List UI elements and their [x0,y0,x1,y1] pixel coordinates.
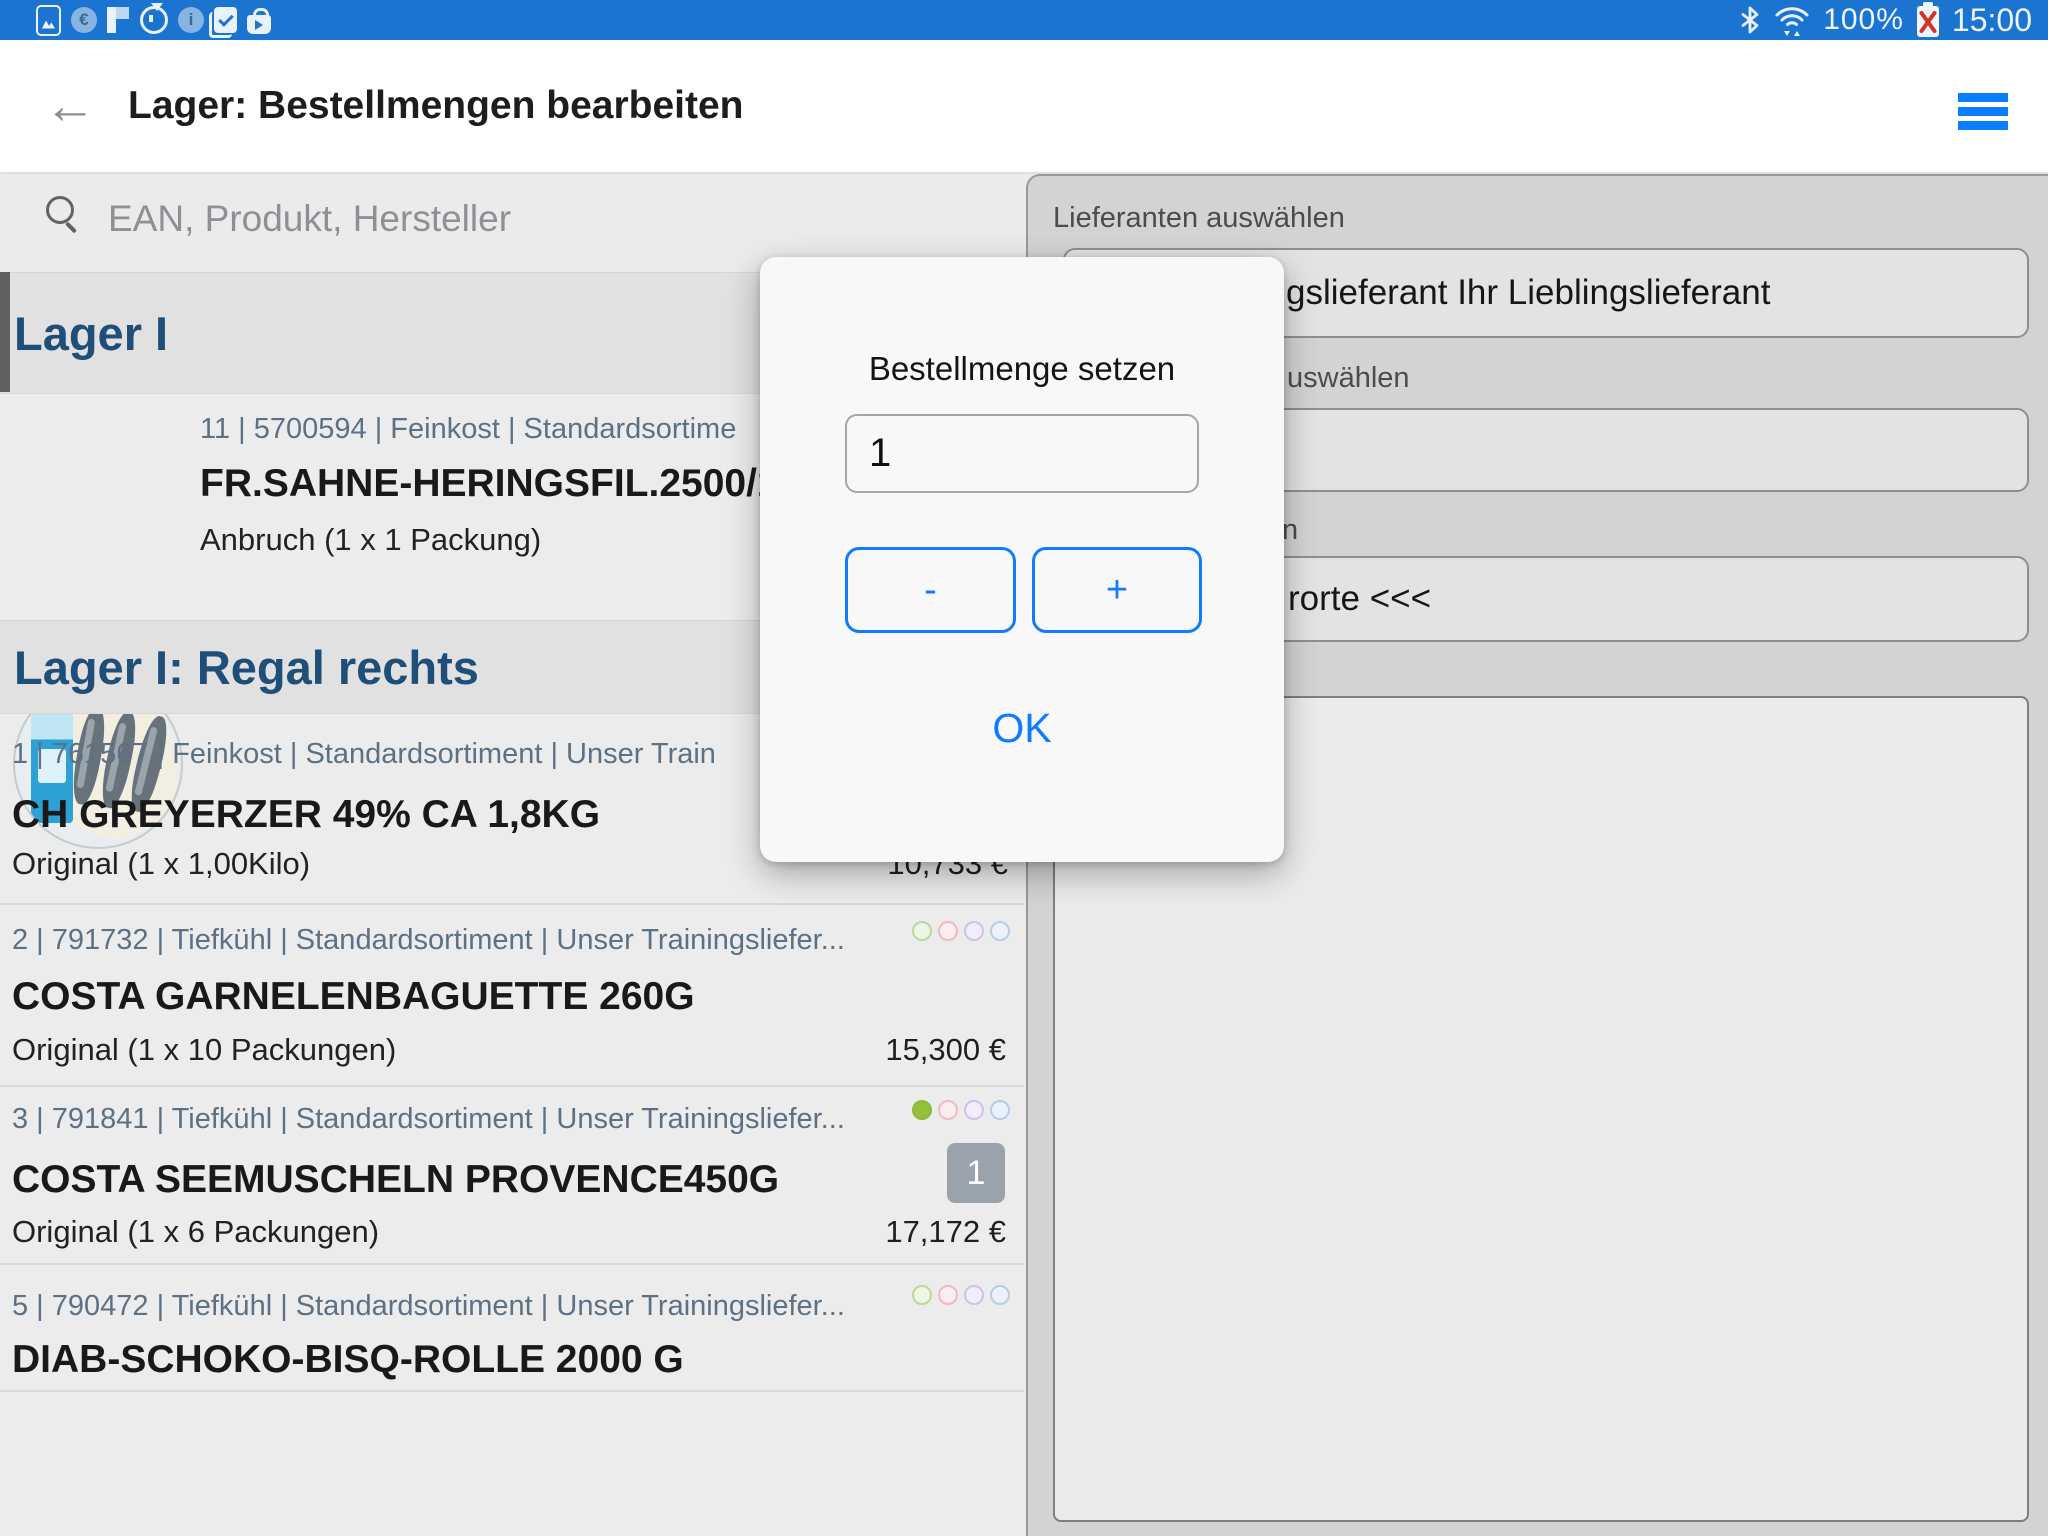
battery-unknown-icon [1917,6,1939,37]
app-header: ← Lager: Bestellmengen bearbeiten [0,40,2048,172]
pink-dot-icon [938,1100,958,1120]
clock-text: 15:00 [1952,2,2032,39]
product-name: COSTA GARNELENBAGUETTE 260G [12,975,695,1019]
product-price: 15,300 € [758,1032,1006,1068]
data-usage-icon [140,6,168,34]
pink-dot-icon [938,1285,958,1305]
storage-select-label: n [1282,514,1298,547]
back-arrow-icon[interactable]: ← [44,66,96,146]
decrement-button[interactable]: - [845,547,1016,633]
status-bar-notification-icons: € i [36,0,271,40]
quantity-badge: 1 [947,1143,1005,1203]
green-dot-icon [912,1285,932,1305]
ok-button[interactable]: OK [760,705,1284,752]
set-quantity-dialog: Bestellmenge setzen - + OK [760,257,1284,862]
product-subline: Anbruch (1 x 1 Packung) [200,522,541,558]
section-title: Lager I: Regal rechts [14,640,479,695]
status-dots [912,1285,1010,1305]
scrollbar[interactable] [0,272,10,392]
product-meta: 1 | 761567 | Feinkost | Standardsortimen… [12,738,716,771]
supplier-field-text: gslieferant Ihr Lieblingslieferant [1286,248,1770,338]
row-divider [0,1263,1024,1265]
product-meta: 11 | 5700594 | Feinkost | Standardsortim… [200,413,736,446]
info-badge-icon: i [178,7,204,33]
flipboard-icon [107,7,130,33]
dialog-title: Bestellmenge setzen [760,350,1284,388]
search-icon [46,196,74,224]
quantity-input[interactable] [845,414,1199,493]
row-divider [0,903,1024,905]
status-dots [912,921,1010,941]
row-divider [0,1390,1024,1392]
bluetooth-icon [1739,5,1761,35]
suppliers-label: Lieferanten auswählen [1053,202,1345,235]
product-meta: 3 | 791841 | Tiefkühl | Standardsortimen… [12,1103,845,1136]
blue-dot-icon [990,1285,1010,1305]
row-divider [0,1085,1024,1087]
section-title: Lager I [14,306,168,361]
task-check-icon [214,7,237,33]
green-filled-dot-icon [912,1100,932,1120]
green-dot-icon [912,921,932,941]
battery-percent: 100% [1823,3,1904,37]
search-input[interactable] [106,186,740,252]
blue-dot-icon [990,1100,1010,1120]
purple-dot-icon [964,1100,984,1120]
product-meta: 2 | 791732 | Tiefkühl | Standardsortimen… [12,924,845,957]
storage-field-text: rorte <<< [1288,556,1431,642]
product-name: CH GREYERZER 49% CA 1,8KG [12,793,600,837]
product-subline: Original (1 x 10 Packungen) [12,1032,396,1068]
status-bar: € i 100% 15:00 [0,0,2048,40]
product-meta: 5 | 790472 | Tiefkühl | Standardsortimen… [12,1290,845,1323]
product-subline: Original (1 x 6 Packungen) [12,1214,379,1250]
increment-button[interactable]: + [1032,547,1202,633]
product-subline: Original (1 x 1,00Kilo) [12,846,310,882]
second-select-label: uswählen [1287,362,1410,395]
status-dots [912,1100,1010,1120]
gallery-icon [36,5,61,36]
hamburger-menu-icon[interactable] [1958,93,2008,127]
blue-dot-icon [990,921,1010,941]
status-bar-system-icons: 100% 15:00 [1739,0,2032,40]
app-screen: € i 100% 15:00 [0,0,2048,1536]
product-name: COSTA SEEMUSCHELN PROVENCE450G [12,1158,779,1202]
wifi-icon [1774,3,1810,37]
play-store-icon [247,7,271,34]
purple-dot-icon [964,1285,984,1305]
product-price: 17,172 € [758,1214,1006,1250]
product-name: FR.SAHNE-HERINGSFIL.2500/1 [200,462,779,506]
purple-dot-icon [964,921,984,941]
pink-dot-icon [938,921,958,941]
page-title: Lager: Bestellmengen bearbeiten [128,40,744,172]
product-name: DIAB-SCHOKO-BISQ-ROLLE 2000 G [12,1338,684,1382]
euro-badge-icon: € [71,7,97,33]
